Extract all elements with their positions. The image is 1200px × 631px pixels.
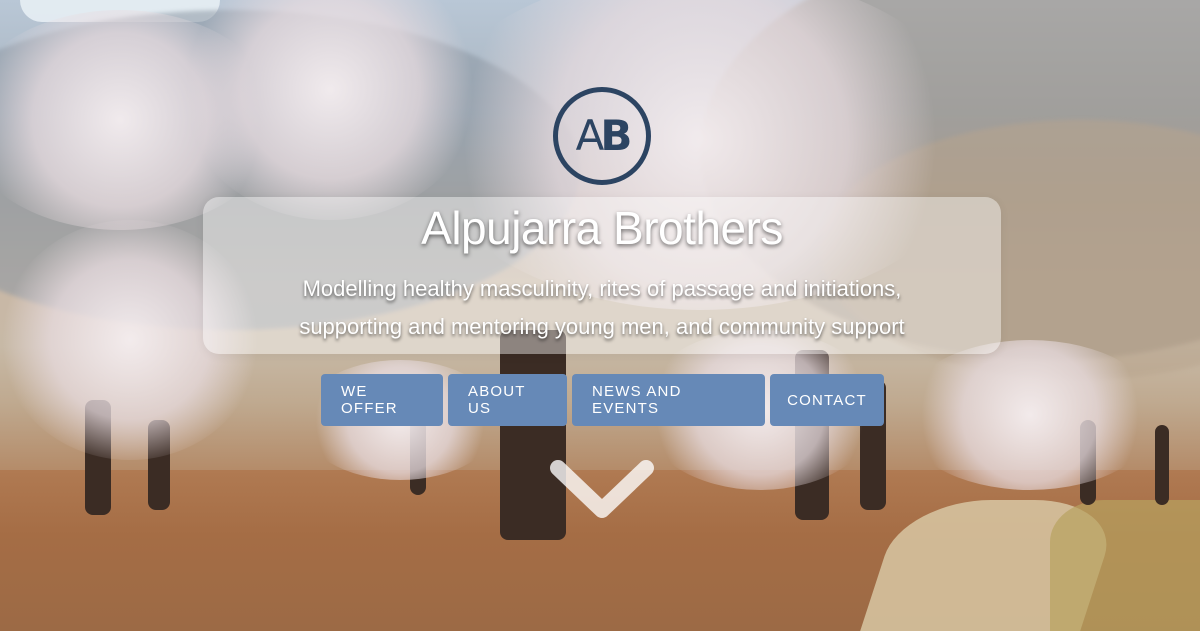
- grass-background: [1050, 500, 1200, 631]
- nav-we-offer-button[interactable]: WE OFFER: [321, 374, 443, 426]
- tree-trunk: [1155, 425, 1169, 505]
- nav-about-us-button[interactable]: ABOUT US: [448, 374, 567, 426]
- site-title: Alpujarra Brothers: [421, 202, 783, 254]
- nav-news-and-events-button[interactable]: NEWS AND EVENTS: [572, 374, 765, 426]
- blossom-canopy: [900, 340, 1160, 490]
- logo-monogram: AB: [576, 115, 633, 157]
- nav-contact-button[interactable]: CONTACT: [770, 374, 884, 426]
- tagline-line-2: supporting and mentoring young men, and …: [299, 314, 905, 339]
- main-nav: WE OFFER ABOUT US NEWS AND EVENTS CONTAC…: [321, 374, 884, 426]
- logo-letter-a: A: [575, 111, 605, 160]
- tagline-line-1: Modelling healthy masculinity, rites of …: [302, 276, 902, 301]
- logo-letter-b: B: [600, 111, 632, 160]
- site-tagline: Modelling healthy masculinity, rites of …: [203, 270, 1001, 346]
- chevron-down-icon[interactable]: [548, 458, 656, 524]
- ab-logo[interactable]: AB: [553, 87, 651, 185]
- hero-section: AB Alpujarra Brothers Modelling healthy …: [0, 0, 1200, 631]
